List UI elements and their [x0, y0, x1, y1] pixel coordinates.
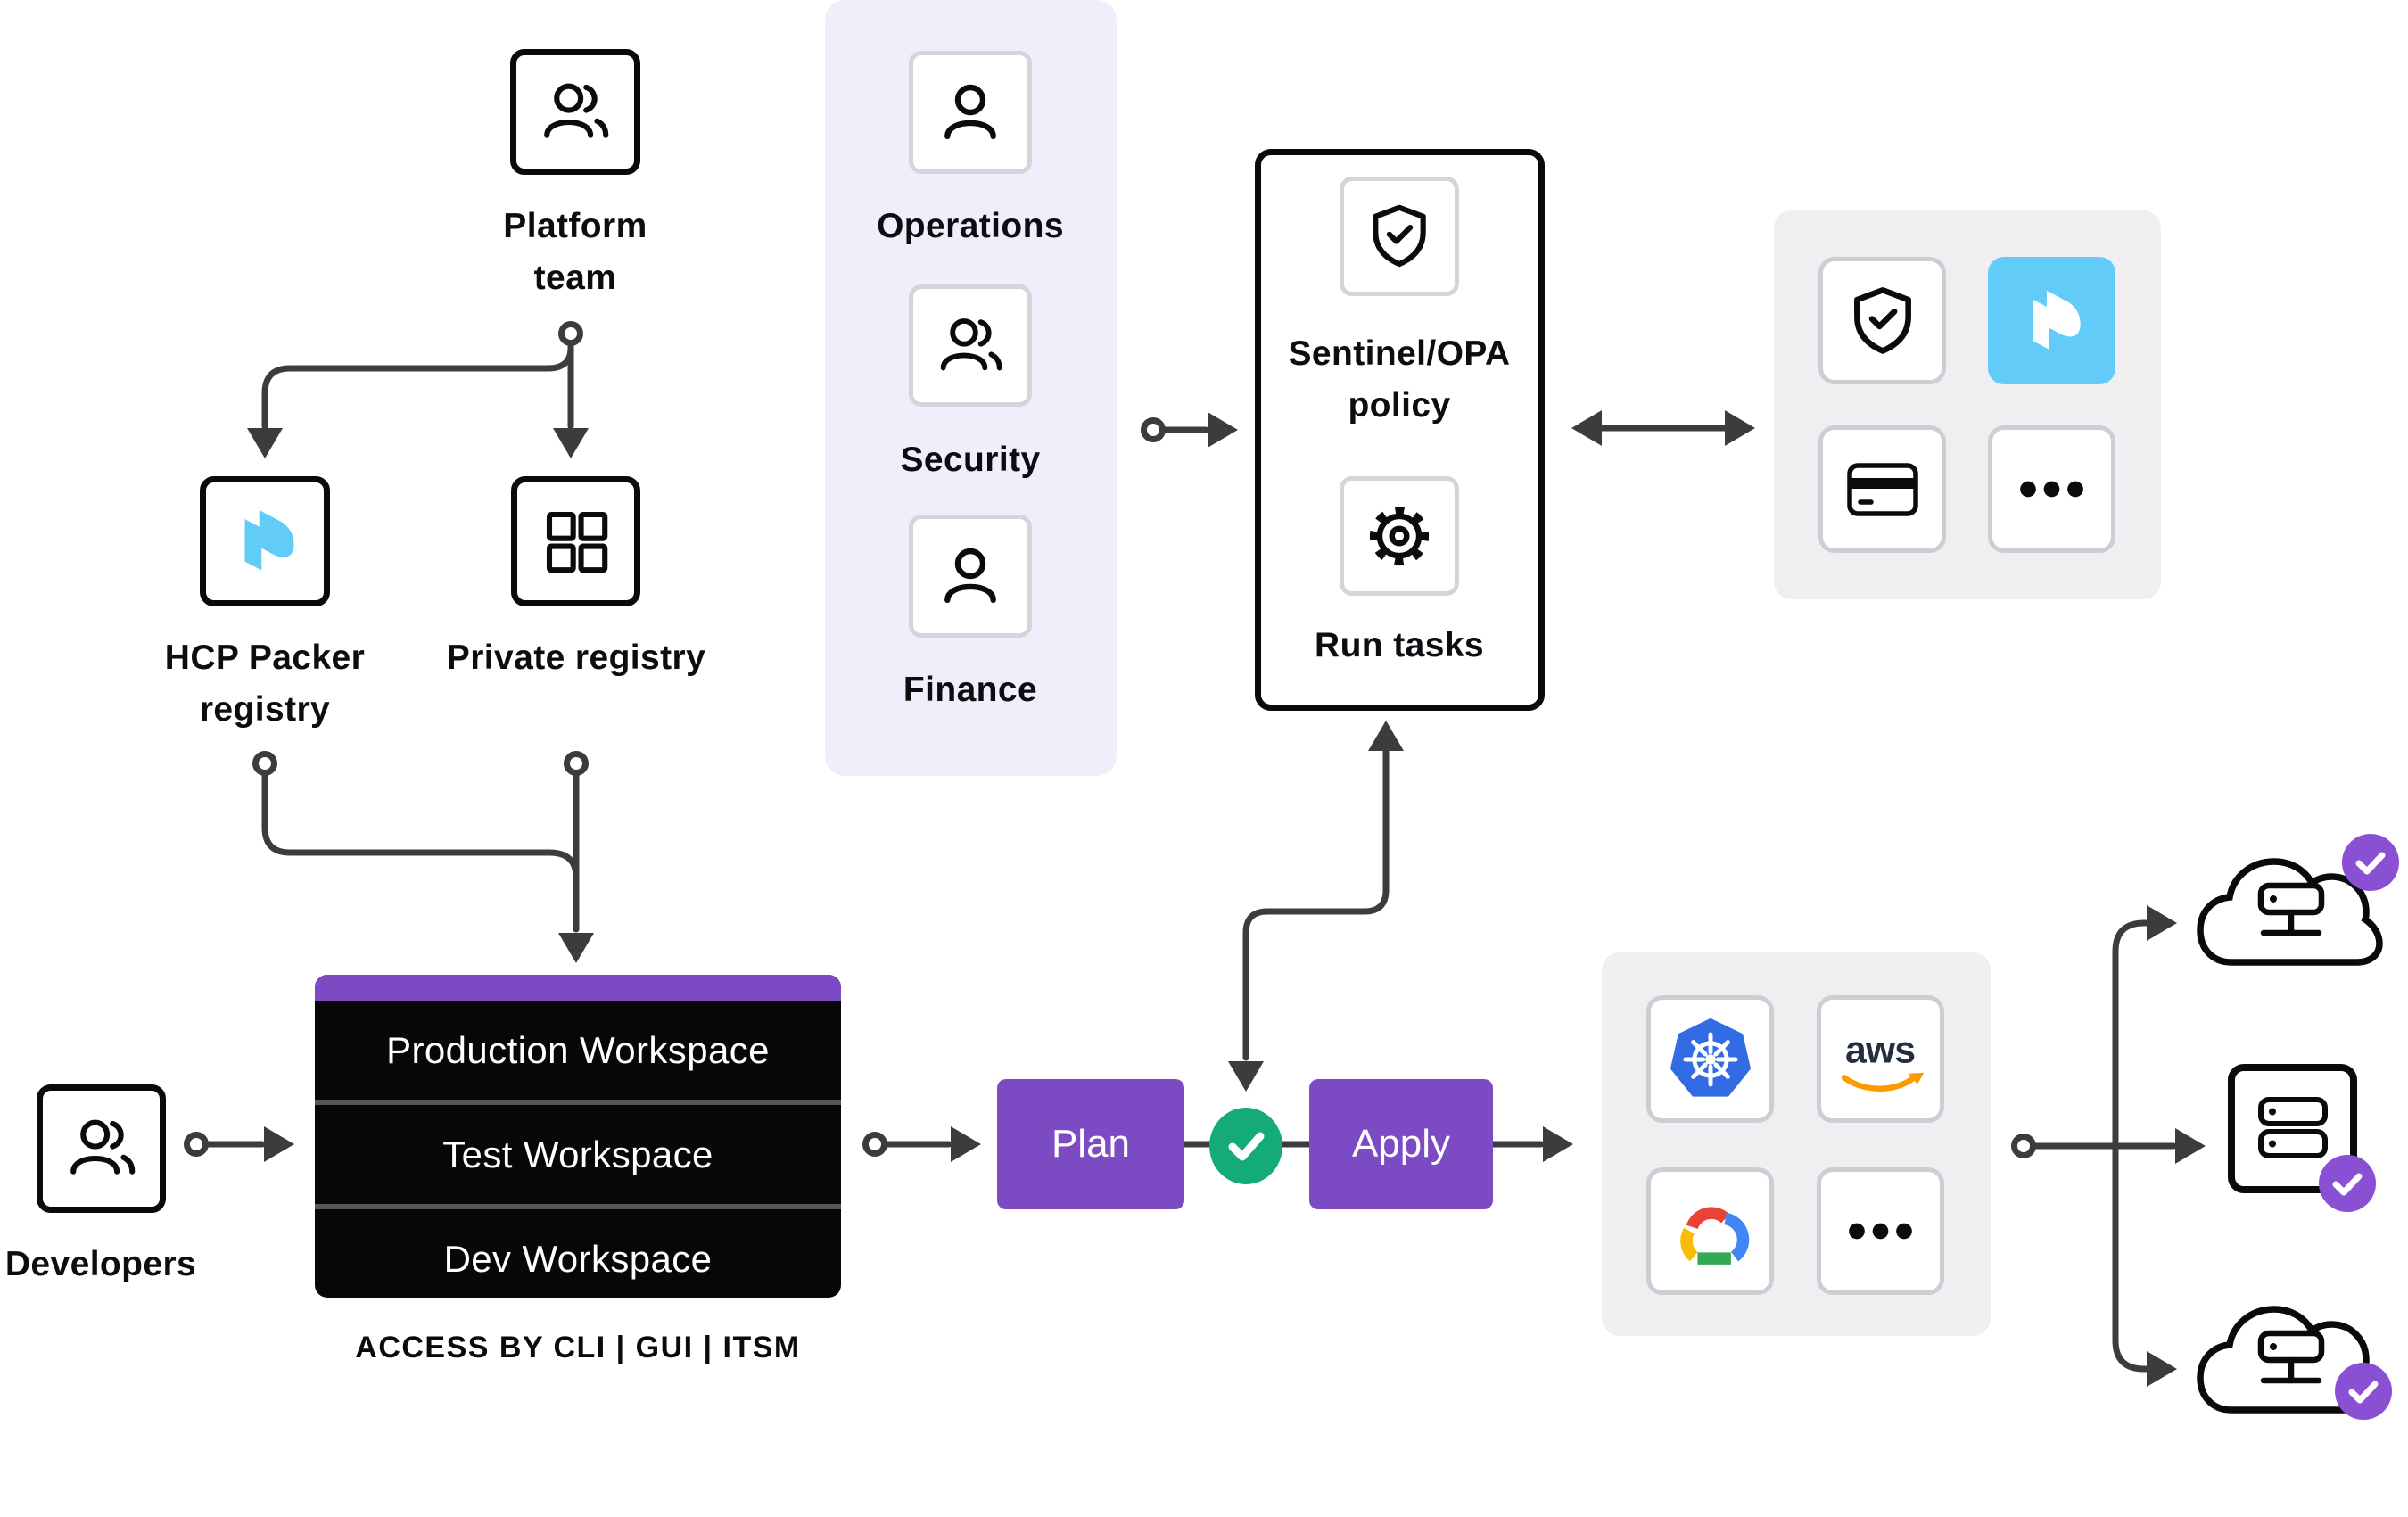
access-caption: ACCESS BY CLI | GUI | ITSM [266, 1331, 890, 1365]
workspace-accent-bar [315, 975, 841, 1001]
security-node [909, 284, 1032, 407]
approval-check [1209, 1108, 1282, 1184]
policy-box-title: Sentinel/OPA policy [1221, 328, 1578, 432]
private-registry-node [511, 476, 640, 606]
integration-tile-billing [1818, 425, 1946, 553]
provider-tile-more [1817, 1167, 1944, 1295]
team-icon [536, 73, 614, 152]
security-label: Security [792, 434, 1149, 486]
check-badge [2319, 1155, 2376, 1212]
connector-branch-up [2115, 923, 2146, 1146]
person-icon [933, 539, 1008, 614]
integration-tile-more [1988, 425, 2115, 553]
connector-hcp-merge [265, 763, 576, 878]
finance-node [909, 515, 1032, 638]
provider-tile-google-cloud [1646, 1167, 1774, 1295]
provider-tile-aws: aws [1817, 995, 1944, 1123]
person-icon [933, 75, 1008, 150]
ellipsis-icon [1992, 425, 2111, 553]
team-icon [62, 1109, 141, 1188]
check-badge [2342, 834, 2399, 891]
hcp-packer-registry-node [200, 476, 330, 606]
target-badge-top [2342, 834, 2399, 891]
credit-card-icon [1844, 451, 1921, 528]
check-icon [1223, 1123, 1269, 1169]
run-tasks-label: Run tasks [1221, 620, 1578, 672]
connector-branch-down [2115, 1146, 2146, 1369]
private-registry-label: Private registry [353, 632, 799, 684]
aws-icon: aws [1821, 995, 1940, 1123]
workspace-row-production: Production Workspace [315, 1001, 841, 1100]
packer-icon [229, 506, 301, 577]
apply-button: Apply [1309, 1079, 1493, 1209]
google-cloud-icon [1664, 1185, 1757, 1278]
platform-team-node [510, 49, 640, 175]
check-badge [2335, 1363, 2392, 1420]
ellipsis-icon [1821, 1167, 1940, 1295]
integration-tile-packer [1988, 257, 2115, 384]
developers-node [37, 1084, 166, 1213]
workspace-row-dev: Dev Workspace [315, 1204, 841, 1298]
workspace-row-test: Test Workspace [315, 1100, 841, 1204]
connector-platform-to-hcp [265, 337, 571, 426]
finance-label: Finance [792, 664, 1149, 716]
operations-label: Operations [792, 201, 1149, 252]
gear-icon [1358, 495, 1440, 577]
integration-tile-shield [1818, 257, 1946, 384]
team-icon [933, 309, 1008, 383]
aws-wordmark: aws [1845, 1029, 1915, 1072]
kubernetes-icon [1658, 1007, 1763, 1112]
run-tasks-box [1340, 476, 1459, 596]
provider-tile-kubernetes [1646, 995, 1774, 1123]
shield-check-icon [1364, 201, 1435, 272]
developers-label: Developers [0, 1239, 279, 1290]
operations-node [909, 51, 1032, 174]
platform-team-label: Platform team [397, 201, 754, 304]
plan-button: Plan [997, 1079, 1184, 1209]
terraform-workflow-diagram: Operations Security Finance Platform tea… [0, 0, 2408, 1517]
target-badge-middle [2319, 1155, 2376, 1212]
workspace-stack: Production Workspace Test Workspace Dev … [315, 975, 841, 1298]
shield-check-icon [1844, 283, 1921, 359]
target-badge-bottom [2335, 1363, 2392, 1420]
sentinel-shield-box [1340, 177, 1459, 296]
connector-policy-to-check [1246, 751, 1386, 1058]
grid-icon [540, 506, 612, 577]
packer-icon [2017, 286, 2087, 356]
